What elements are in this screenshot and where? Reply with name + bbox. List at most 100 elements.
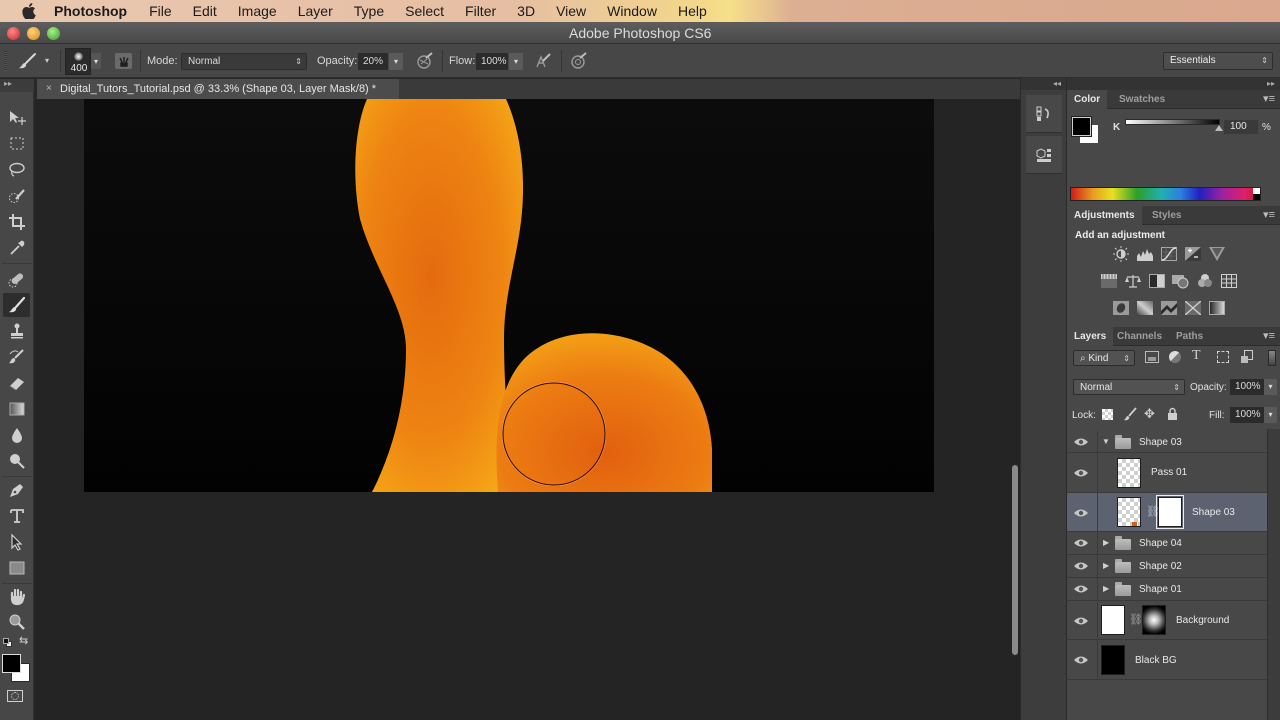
fill-input[interactable]: 100% xyxy=(1230,407,1264,423)
lock-all-icon[interactable] xyxy=(1167,407,1178,425)
tab-adjustments[interactable]: Adjustments xyxy=(1067,206,1142,225)
k-slider-thumb[interactable] xyxy=(1215,125,1223,131)
brush-preset-dropdown[interactable]: ▾ xyxy=(91,53,101,69)
color-balance-icon[interactable] xyxy=(1124,273,1142,289)
filter-smart-objects-icon[interactable] xyxy=(1241,350,1253,364)
path-selection-tool-icon[interactable] xyxy=(3,530,30,554)
channel-mixer-icon[interactable] xyxy=(1196,273,1214,289)
layer-row[interactable]: ⛓ Background xyxy=(1067,601,1267,640)
layers-scrollbar[interactable] xyxy=(1267,429,1280,720)
visibility-eye-icon[interactable] xyxy=(1073,615,1089,627)
exposure-icon[interactable] xyxy=(1184,246,1202,262)
menu-window[interactable]: Window xyxy=(607,3,657,19)
opacity-input[interactable]: 20% xyxy=(358,53,388,70)
properties-panel-button[interactable] xyxy=(1026,136,1062,174)
marquee-tool-icon[interactable] xyxy=(3,132,30,156)
visibility-eye-icon[interactable] xyxy=(1073,467,1089,479)
color-spectrum-bar[interactable] xyxy=(1070,187,1261,201)
posterize-icon[interactable] xyxy=(1136,300,1154,316)
tab-paths[interactable]: Paths xyxy=(1169,327,1210,346)
eraser-tool-icon[interactable] xyxy=(3,371,30,395)
expand-panels-icon[interactable]: ▸▸ xyxy=(1067,78,1280,90)
expand-group-icon[interactable]: ▶ xyxy=(1103,561,1109,570)
canvas-workspace[interactable] xyxy=(35,99,1020,720)
selective-color-icon[interactable] xyxy=(1184,300,1202,316)
tab-channels[interactable]: Channels xyxy=(1110,327,1169,346)
hand-tool-icon[interactable] xyxy=(3,585,30,609)
zoom-window-button[interactable] xyxy=(47,27,60,40)
invert-icon[interactable] xyxy=(1112,300,1130,316)
layer-row-selected[interactable]: ⛓ Shape 03 xyxy=(1067,493,1267,532)
minimize-window-button[interactable] xyxy=(27,27,40,40)
dodge-tool-icon[interactable] xyxy=(3,449,30,473)
tab-styles[interactable]: Styles xyxy=(1145,206,1188,225)
mode-dropdown[interactable]: Normal ⇕ xyxy=(181,53,307,70)
curves-icon[interactable] xyxy=(1160,246,1178,262)
layer-mask-thumbnail[interactable] xyxy=(1142,605,1166,635)
brush-preset-picker[interactable]: 400 xyxy=(65,48,91,75)
document-canvas[interactable] xyxy=(84,99,934,492)
brush-tool-icon[interactable] xyxy=(3,293,30,317)
collapse-group-icon[interactable]: ▼ xyxy=(1102,437,1110,446)
menu-help[interactable]: Help xyxy=(678,3,707,19)
rectangle-tool-icon[interactable] xyxy=(3,556,30,580)
menu-layer[interactable]: Layer xyxy=(298,3,333,19)
color-lookup-icon[interactable] xyxy=(1220,273,1238,289)
menu-3d[interactable]: 3D xyxy=(517,3,535,19)
lock-image-pixels-icon[interactable] xyxy=(1123,407,1137,426)
swap-colors-icon[interactable]: ⇆ xyxy=(19,634,28,647)
healing-brush-tool-icon[interactable] xyxy=(3,267,30,291)
filter-toggle-switch[interactable] xyxy=(1268,350,1276,366)
visibility-eye-icon[interactable] xyxy=(1073,583,1089,595)
hue-saturation-icon[interactable] xyxy=(1100,273,1118,289)
layer-mask-thumbnail[interactable] xyxy=(1156,495,1184,529)
k-slider-track[interactable] xyxy=(1125,119,1220,125)
layer-opacity-input[interactable]: 100% xyxy=(1230,379,1264,395)
vertical-scrollbar[interactable] xyxy=(1012,465,1018,655)
panel-menu-icon[interactable]: ▾≡ xyxy=(1263,208,1275,221)
pen-tool-icon[interactable] xyxy=(3,478,30,502)
lasso-tool-icon[interactable] xyxy=(3,158,30,182)
menu-filter[interactable]: Filter xyxy=(465,3,496,19)
workspace-switcher[interactable]: Essentials ⇕ xyxy=(1163,52,1273,70)
fill-slider-toggle[interactable]: ▾ xyxy=(1264,407,1277,423)
visibility-eye-icon[interactable] xyxy=(1073,654,1089,666)
layer-row[interactable]: ▶ Shape 04 xyxy=(1067,532,1267,555)
opacity-slider-toggle[interactable]: ▾ xyxy=(389,53,403,70)
panel-menu-icon[interactable]: ▾≡ xyxy=(1263,92,1275,105)
brightness-contrast-icon[interactable] xyxy=(1112,246,1130,262)
collapse-toolbar-icon[interactable]: ▸▸ xyxy=(0,79,34,92)
menu-view[interactable]: View xyxy=(556,3,586,19)
collapse-dock-icon[interactable]: ◂◂ xyxy=(1021,78,1067,90)
eyedropper-tool-icon[interactable] xyxy=(3,236,30,260)
tool-preset-dropdown-arrow[interactable]: ▾ xyxy=(45,56,49,65)
visibility-eye-icon[interactable] xyxy=(1073,560,1089,572)
layer-row[interactable]: ▶ Shape 02 xyxy=(1067,555,1267,578)
history-brush-tool-icon[interactable] xyxy=(3,345,30,369)
history-panel-button[interactable] xyxy=(1026,95,1062,133)
color-foreground-swatch[interactable] xyxy=(1071,116,1092,137)
gradient-map-icon[interactable] xyxy=(1208,300,1226,316)
lock-position-icon[interactable]: ✥ xyxy=(1144,406,1155,422)
menu-image[interactable]: Image xyxy=(238,3,277,19)
filter-shape-layers-icon[interactable] xyxy=(1217,351,1229,363)
vibrance-icon[interactable] xyxy=(1208,246,1226,262)
layer-opacity-slider-toggle[interactable]: ▾ xyxy=(1264,379,1277,395)
tab-color[interactable]: Color xyxy=(1067,90,1108,109)
apple-menu-icon[interactable] xyxy=(20,2,38,20)
visibility-eye-icon[interactable] xyxy=(1073,507,1089,519)
pressure-opacity-icon[interactable] xyxy=(416,52,434,73)
grip-handle[interactable] xyxy=(4,51,7,71)
type-tool-icon[interactable] xyxy=(3,504,30,528)
quick-selection-tool-icon[interactable] xyxy=(3,184,30,208)
filter-adjustment-layers-icon[interactable] xyxy=(1169,351,1181,363)
lock-transparent-pixels-icon[interactable] xyxy=(1102,409,1113,420)
panel-menu-icon[interactable]: ▾≡ xyxy=(1263,329,1275,342)
blur-tool-icon[interactable] xyxy=(3,423,30,447)
visibility-eye-icon[interactable] xyxy=(1073,436,1089,448)
threshold-icon[interactable] xyxy=(1160,300,1178,316)
brush-tool-preset-icon[interactable] xyxy=(18,52,38,73)
black-white-icon[interactable] xyxy=(1148,273,1166,289)
tab-layers[interactable]: Layers xyxy=(1067,327,1114,346)
layer-filter-kind-dropdown[interactable]: ⌕ Kind ⇕ xyxy=(1073,350,1135,366)
